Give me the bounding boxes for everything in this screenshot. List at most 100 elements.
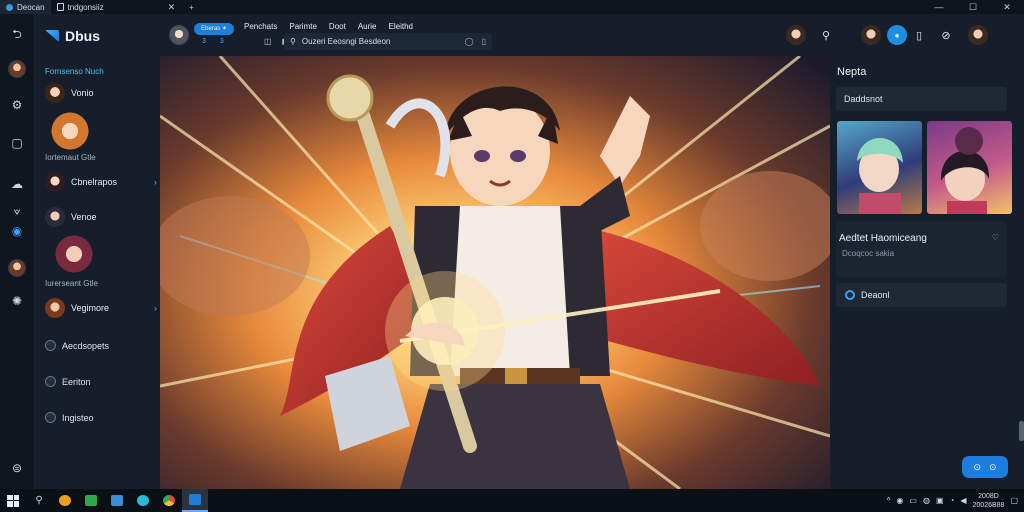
profile-avatar[interactable] — [8, 60, 26, 78]
floating-action-chip[interactable]: ⊙ ⊙ — [962, 456, 1008, 478]
app-icon — [6, 3, 13, 11]
filter-icon[interactable]: ▯ — [482, 37, 486, 46]
sidebar-item-vegimore[interactable]: Vegimore › — [45, 298, 157, 318]
brand-logo-icon — [45, 30, 59, 42]
menu-item[interactable]: Penchats — [244, 22, 277, 31]
radio-icon[interactable] — [45, 412, 56, 423]
card-title: Aedtet Haomiceang — [839, 233, 927, 244]
brand[interactable]: Dbus — [45, 28, 100, 44]
radio-icon[interactable] — [45, 376, 56, 387]
character-avatar[interactable] — [51, 234, 97, 274]
app-green-icon[interactable] — [78, 489, 104, 512]
window-icon[interactable]: ▢ — [8, 134, 26, 152]
chevron-right-icon: › — [154, 177, 157, 187]
ring-icon — [845, 290, 855, 300]
settings-icon[interactable]: ⚙ — [8, 96, 26, 114]
sidebar-item-venoe[interactable]: Venoe — [45, 207, 157, 227]
option-aecdsopets[interactable]: Aecdsopets — [45, 340, 109, 351]
gallery-thumbnail[interactable] — [927, 121, 1012, 214]
brand-name: Dbus — [65, 28, 100, 44]
panel-field[interactable]: Daddsnot — [836, 87, 1007, 111]
avatar — [45, 83, 65, 103]
user-avatar[interactable] — [8, 259, 26, 277]
account-avatar[interactable] — [968, 25, 988, 45]
status-pill[interactable]: Eberas ✶ — [194, 23, 234, 35]
option-eeriton[interactable]: Eeriton — [45, 376, 91, 387]
section-title: Fornsenso Nuch — [45, 67, 104, 76]
windows-logo-icon — [7, 494, 19, 507]
close-tab-icon[interactable]: ✕ — [168, 2, 176, 13]
speaker-icon[interactable]: ◀ — [960, 496, 966, 505]
status-pill-count: 3 3 — [202, 38, 230, 45]
help-icon[interactable]: ⊜ — [8, 459, 26, 477]
app-cyan-icon[interactable] — [130, 489, 156, 512]
tab-deocan[interactable]: Deocan — [0, 0, 51, 14]
minimize-button[interactable]: — — [922, 0, 956, 14]
close-button[interactable]: ✕ — [990, 0, 1024, 14]
icon-rail: ⮌ ⚙ ▢ ☁ ⟇ ◉ ✺ ⊜ — [0, 14, 35, 489]
card-subtitle: Dcoqcoc sakia — [842, 249, 895, 258]
radio-icon[interactable] — [45, 340, 56, 351]
profile-avatar[interactable] — [861, 25, 881, 45]
dashboard-icon[interactable]: ✺ — [8, 292, 26, 310]
heart-icon[interactable]: ♡ — [992, 233, 999, 242]
sidebar-item-label: Vegimore — [71, 303, 110, 313]
clock-time: 2008D — [978, 492, 999, 500]
sidebar-item-vonio[interactable]: Vonio — [45, 83, 157, 103]
search-input[interactable]: ⚲ Ouzeri Eeosngi Besdeon ◯ ▯ — [284, 33, 492, 50]
circle-icon[interactable]: ⊘ — [936, 25, 956, 45]
chat-icon[interactable]: ◯ — [465, 37, 474, 46]
action-button[interactable]: Deaonl — [836, 283, 1007, 307]
document-icon[interactable]: ▯ — [909, 25, 929, 45]
gallery-thumbnail[interactable] — [837, 121, 922, 214]
anime-hero-illustration — [160, 56, 830, 489]
cloud-icon[interactable]: ☁ — [8, 175, 26, 193]
layout-icon[interactable]: ◫ — [264, 37, 272, 46]
network-icon[interactable]: ◉ — [896, 496, 903, 505]
sidebar-item-label: Venoe — [71, 212, 97, 222]
activity-icon[interactable]: ◉ — [8, 222, 26, 240]
sidebar-item-label: Vonio — [71, 88, 94, 98]
chrome-icon[interactable] — [156, 489, 182, 512]
tab-label: Deocan — [17, 2, 45, 12]
search-icon[interactable]: ⚲ — [26, 489, 52, 512]
tab-second[interactable]: tndgonsiiz ✕ + — [51, 0, 200, 14]
app-blue-icon[interactable] — [104, 489, 130, 512]
new-tab-icon[interactable]: + — [189, 3, 194, 12]
document-icon — [56, 3, 64, 11]
option-label: Aecdsopets — [62, 340, 110, 351]
share-icon[interactable]: ⟇ — [8, 202, 26, 220]
sidebar-item-cbnelrapos[interactable]: Cbnelrapos › — [45, 172, 157, 192]
active-app-icon[interactable] — [182, 489, 208, 512]
volume-icon[interactable]: ◍ — [923, 496, 930, 505]
notification-badge[interactable]: ● — [887, 25, 907, 45]
battery-icon[interactable]: ▭ — [909, 496, 917, 505]
menu-item[interactable]: Doot — [329, 22, 346, 31]
menu-item[interactable]: Eleithd — [389, 22, 413, 31]
display-icon[interactable]: ▣ — [936, 496, 944, 505]
camera-alt-icon[interactable]: ⊙ — [989, 462, 997, 473]
back-icon[interactable]: ⮌ — [8, 26, 26, 44]
camera-icon[interactable]: ⊙ — [973, 462, 981, 473]
maximize-button[interactable]: ☐ — [956, 0, 990, 14]
clock[interactable]: 2008D 20026B88 — [973, 492, 1005, 510]
panel-title: Nepta — [837, 66, 867, 78]
chevron-right-icon: › — [154, 303, 157, 313]
scrollbar-thumb[interactable] — [1019, 421, 1024, 441]
notification-icon[interactable]: ▢ — [1010, 496, 1018, 505]
user-avatar[interactable] — [786, 25, 806, 45]
start-button[interactable] — [0, 489, 26, 512]
menu-item[interactable]: Aurie — [358, 22, 377, 31]
browser-icon[interactable] — [52, 489, 78, 512]
menu-item[interactable]: Parimte — [289, 22, 317, 31]
sync-icon[interactable]: ◔ — [950, 496, 955, 505]
option-ingisteo[interactable]: Ingisteo — [45, 412, 94, 423]
chevron-up-icon[interactable]: ^ — [887, 496, 891, 505]
account-avatar[interactable] — [169, 25, 189, 45]
search-icon[interactable]: ⚲ — [816, 25, 836, 45]
menu-bar: Penchats Parimte Doot Aurie Eleithd — [244, 22, 413, 31]
thumbnail-illustration — [857, 138, 903, 214]
info-card[interactable]: Aedtet Haomiceang Dcoqcoc sakia ♡ — [836, 221, 1007, 277]
clock-date: 20026B88 — [972, 501, 1005, 509]
character-avatar[interactable] — [47, 111, 93, 151]
